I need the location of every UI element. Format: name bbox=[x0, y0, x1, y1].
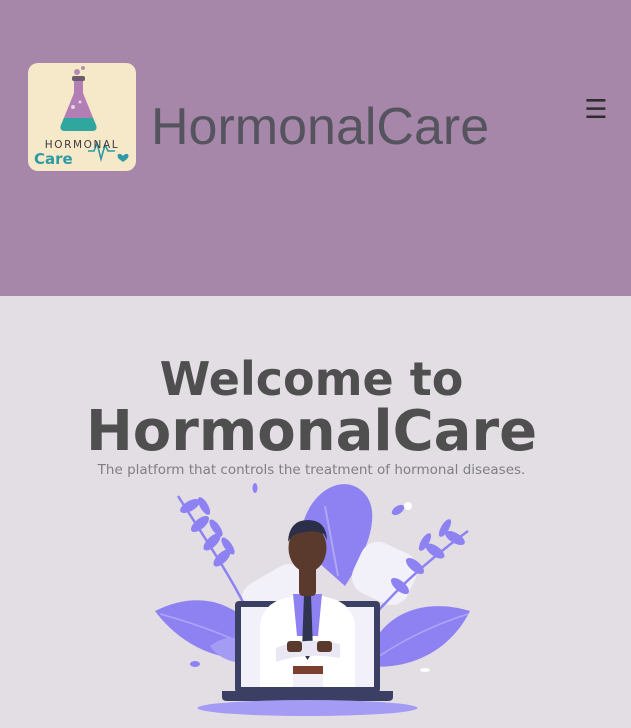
doctor-illustration bbox=[155, 483, 470, 716]
app-title-heading: HormonalCare bbox=[85, 399, 538, 464]
hero-section: Welcome to HormonalCare The platform tha… bbox=[0, 296, 631, 728]
brand-name[interactable]: HormonalCare bbox=[151, 96, 489, 158]
header: HORMONAL Care HormonalCare ☰ bbox=[0, 0, 631, 296]
menu-icon[interactable]: ☰ bbox=[583, 96, 609, 124]
app-logo[interactable]: HORMONAL Care bbox=[28, 63, 136, 171]
logo-subtitle: Care bbox=[34, 150, 73, 168]
